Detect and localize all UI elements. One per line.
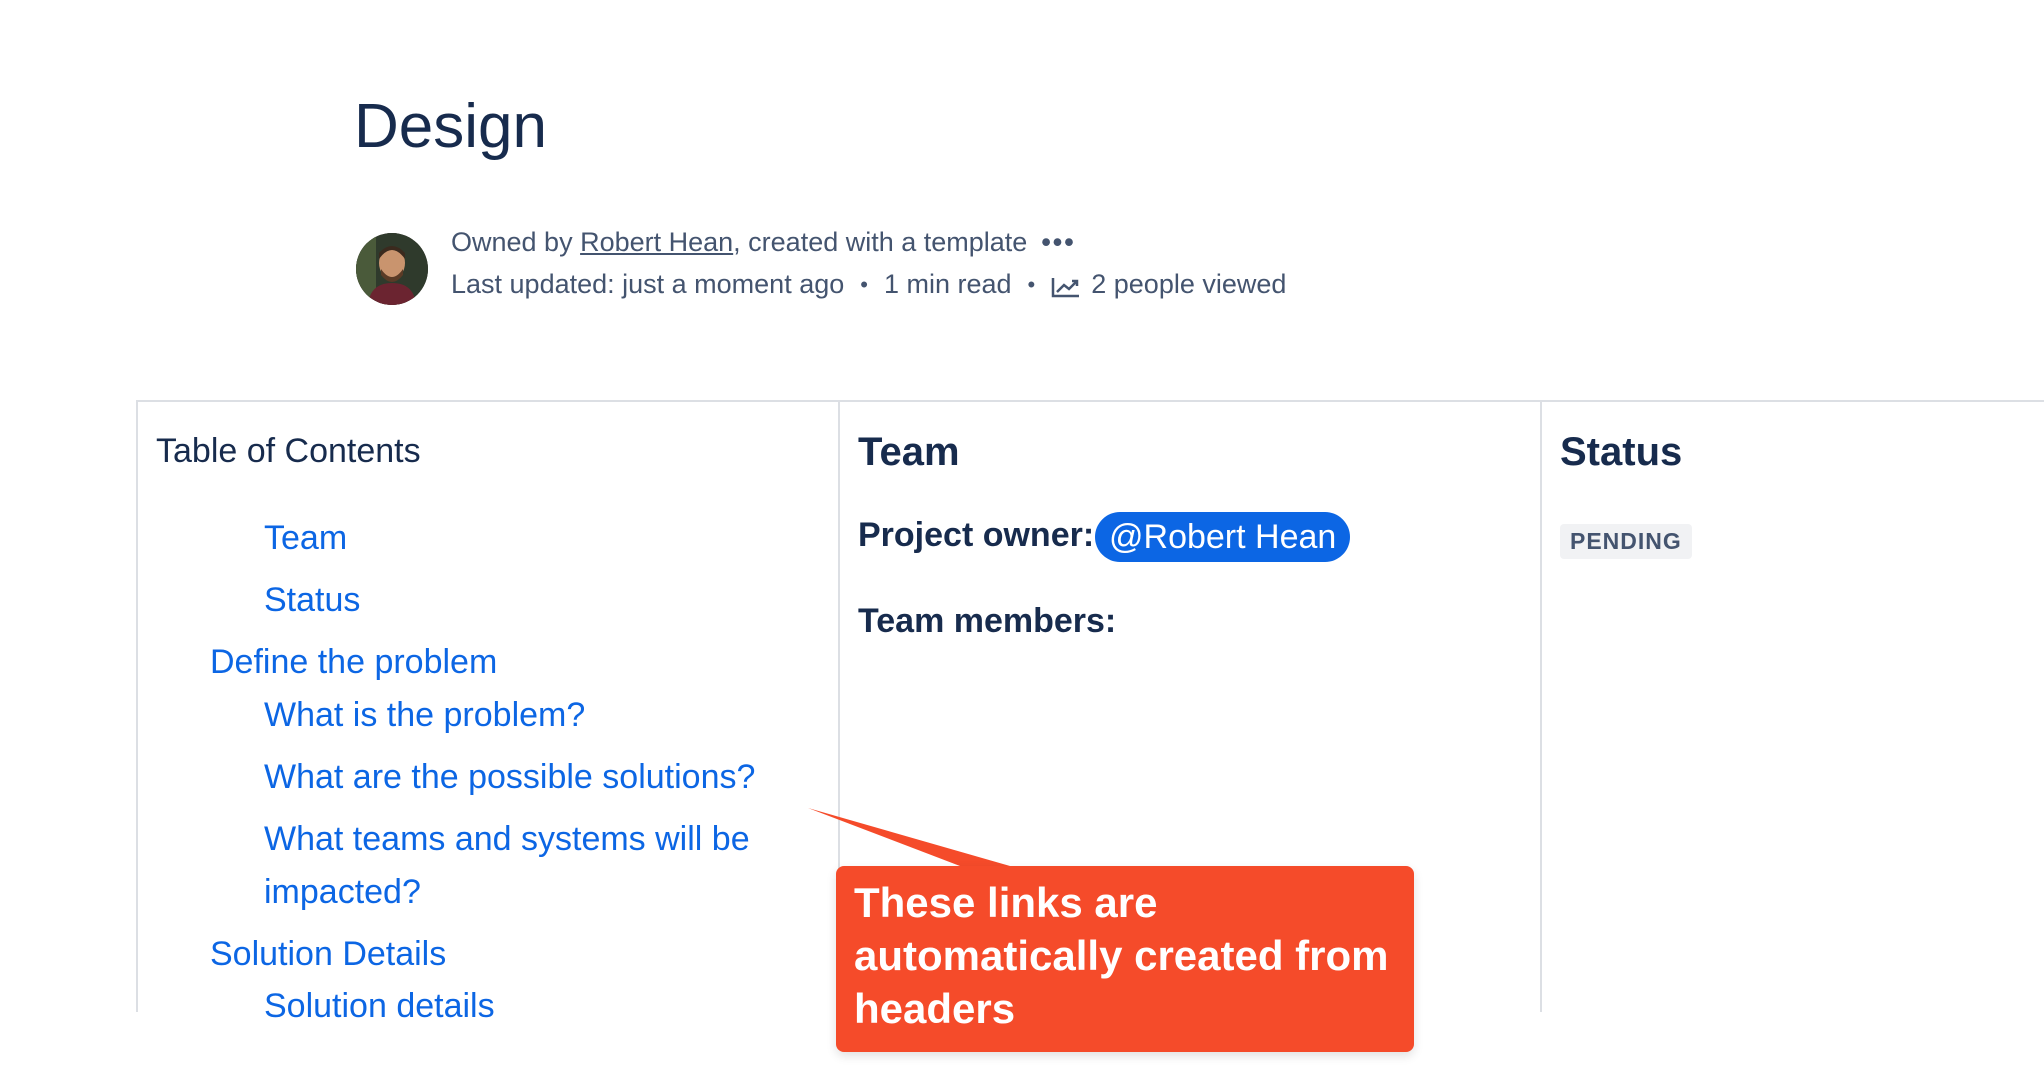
- toc-link-solution-details[interactable]: Solution Details: [210, 928, 446, 980]
- analytics-trend-icon[interactable]: [1051, 274, 1081, 297]
- toc-link-possible-solutions[interactable]: What are the possible solutions?: [264, 751, 755, 803]
- views-count-text[interactable]: 2 people viewed: [1091, 269, 1286, 300]
- page-title: Design: [354, 92, 547, 161]
- owner-mention[interactable]: @Robert Hean: [1095, 512, 1351, 562]
- toc-link-solution-details-sub[interactable]: Solution details: [264, 980, 495, 1032]
- toc-link-what-is-the-problem[interactable]: What is the problem?: [264, 689, 585, 741]
- callout-line-3: headers: [854, 985, 1016, 1032]
- read-time-text: 1 min read: [883, 269, 1012, 299]
- byline-ownership: Owned by Robert Hean, created with a tem…: [451, 227, 1076, 258]
- separator-dot: •: [860, 271, 868, 297]
- team-members-label: Team members:: [858, 602, 1117, 640]
- owner-name-link[interactable]: Robert Hean: [580, 227, 733, 257]
- separator-dot: •: [1027, 271, 1036, 297]
- status-badge[interactable]: PENDING: [1560, 524, 1692, 559]
- toc-link-define-the-problem[interactable]: Define the problem: [210, 636, 497, 688]
- byline-stats: Last updated: just a moment ago • 1 min …: [451, 269, 1286, 300]
- owned-by-suffix: , created with a template: [733, 227, 1028, 257]
- toc-heading: Table of Contents: [156, 432, 421, 470]
- toc-link-teams-and-systems[interactable]: What teams and systems will be: [264, 813, 750, 865]
- toc-link-team[interactable]: Team: [264, 512, 347, 564]
- more-horizontal-icon[interactable]: •••: [1041, 227, 1075, 258]
- owner-avatar[interactable]: [356, 233, 428, 305]
- team-heading: Team: [858, 430, 960, 474]
- owned-by-prefix: Owned by: [451, 227, 581, 257]
- toc-column: Table of Contents Team Status Define the…: [136, 402, 840, 1025]
- status-heading: Status: [1560, 430, 1683, 474]
- status-column: Status PENDING: [1540, 402, 2044, 1012]
- last-updated-text: Last updated: just a moment ago: [451, 269, 845, 299]
- toc-link-teams-and-systems-cont[interactable]: impacted?: [264, 866, 421, 918]
- callout-line-1: These links are: [854, 879, 1158, 926]
- toc-link-status[interactable]: Status: [264, 574, 360, 626]
- callout-annotation: These links are automatically created fr…: [836, 866, 1414, 1052]
- callout-line-2: automatically created from: [854, 932, 1389, 979]
- project-owner-label: Project owner:: [858, 516, 1095, 554]
